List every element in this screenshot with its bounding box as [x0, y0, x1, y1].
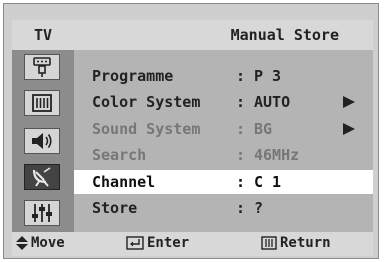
picture-icon — [32, 94, 52, 112]
sidebar-item-channel[interactable] — [24, 164, 60, 190]
search-value: 46MHz — [254, 146, 300, 164]
sidebar-item-sound[interactable] — [24, 128, 60, 154]
channel-value: C 1 — [254, 173, 282, 191]
submenu-arrow-icon — [343, 123, 355, 135]
speaker-icon — [32, 133, 52, 149]
menu-row-sound-system[interactable]: Sound System : BG — [74, 117, 373, 141]
enter-icon — [126, 236, 144, 250]
move-hint: Move — [16, 235, 65, 251]
return-hint: Return — [261, 235, 331, 251]
sidebar-item-picture[interactable] — [24, 90, 60, 116]
equalizer-icon — [32, 204, 52, 222]
sidebar-item-input[interactable] — [24, 54, 60, 80]
sidebar — [12, 50, 74, 232]
sound-system-value: BG — [254, 120, 273, 138]
menu-icon — [261, 236, 277, 250]
settings-panel: Programme : P 3 Color System : AUTO Soun… — [74, 50, 373, 232]
programme-value: P 3 — [254, 67, 282, 85]
submenu-arrow-icon — [343, 96, 355, 108]
enter-hint: Enter — [126, 235, 189, 251]
input-plug-icon — [33, 57, 51, 77]
store-value: ? — [254, 199, 264, 217]
color-system-value: AUTO — [254, 93, 291, 111]
menu-row-programme[interactable]: Programme : P 3 — [74, 64, 373, 88]
menu-row-store[interactable]: Store : ? — [74, 196, 373, 220]
up-down-arrow-icon — [16, 236, 28, 250]
source-label: TV — [12, 20, 74, 50]
key-help-bar: Move Enter Return — [12, 232, 373, 256]
osd-window: TV Manual Store Programme: P 3 Color Sy… — [3, 3, 379, 259]
sidebar-item-setup[interactable] — [24, 200, 60, 226]
menu-row-channel[interactable]: Channel : C 1 — [74, 170, 373, 194]
page-title: Manual Store — [74, 20, 373, 50]
menu-row-color-system[interactable]: Color System : AUTO — [74, 90, 373, 114]
menu-row-search[interactable]: Search : 46MHz — [74, 143, 373, 167]
antenna-icon — [32, 167, 51, 187]
